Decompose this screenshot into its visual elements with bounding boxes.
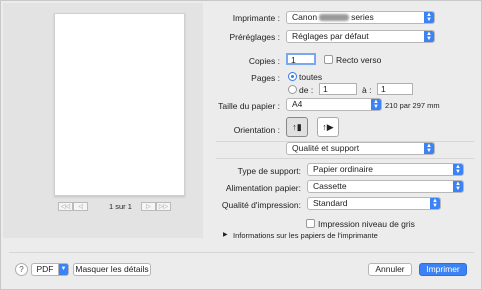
- preview-panel: ◁◁ ◁ 1 sur 1 ▷ ▷▷: [3, 3, 203, 238]
- print-dialog: ◁◁ ◁ 1 sur 1 ▷ ▷▷ Imprimante : Canon seri…: [0, 0, 482, 290]
- printer-model-redacted: [319, 14, 350, 22]
- printer-label: Imprimante :: [232, 13, 280, 23]
- pages-range-radio[interactable]: [288, 85, 297, 94]
- paper-source-select[interactable]: Cassette ▲ ▼: [307, 180, 464, 193]
- separator: [216, 158, 474, 159]
- pages-all-label: toutes: [299, 72, 323, 82]
- paper-source-value: Cassette: [313, 181, 347, 191]
- paper-dimensions: 210 par 297 mm: [385, 101, 440, 110]
- pager-left: ◁◁ ◁: [58, 202, 88, 211]
- grayscale-checkbox[interactable]: [306, 219, 315, 228]
- media-type-label: Type de support:: [237, 166, 301, 176]
- grayscale-label: Impression niveau de gris: [318, 219, 415, 229]
- page-preview: [54, 13, 185, 196]
- paper-source-label: Alimentation papier:: [225, 183, 301, 193]
- paper-size-select[interactable]: A4 ▲ ▼: [286, 98, 382, 111]
- pages-from-input[interactable]: 1: [319, 83, 357, 95]
- updown-arrows-icon: ▲ ▼: [424, 12, 434, 23]
- section-value: Qualité et support: [292, 143, 360, 153]
- copies-label: Copies :: [248, 56, 280, 66]
- printer-name-prefix: Canon: [292, 12, 318, 22]
- print-quality-label: Qualité d'impression:: [221, 200, 301, 210]
- updown-arrows-icon: ▲ ▼: [424, 31, 434, 42]
- copies-input[interactable]: 1: [286, 53, 316, 65]
- pages-from-label: de :: [299, 85, 314, 95]
- updown-arrows-icon: ▲ ▼: [453, 181, 463, 192]
- media-type-select[interactable]: Papier ordinaire ▲ ▼: [307, 163, 464, 176]
- section-select[interactable]: Qualité et support ▲ ▼: [286, 142, 435, 155]
- pages-all-radio[interactable]: [288, 72, 297, 81]
- updown-arrows-icon: ▲ ▼: [371, 99, 381, 110]
- presets-value: Réglages par défaut: [292, 31, 369, 41]
- pdf-menu-arrow-icon[interactable]: ▼: [58, 263, 69, 276]
- next-page-button[interactable]: ▷: [141, 202, 156, 211]
- paper-info-label[interactable]: Informations sur les papiers de l'imprim…: [233, 231, 378, 240]
- portrait-button[interactable]: ↑▮: [286, 117, 308, 137]
- presets-select[interactable]: Réglages par défaut ▲ ▼: [286, 30, 435, 43]
- printer-select[interactable]: Canon series ▲ ▼: [286, 11, 435, 24]
- help-button[interactable]: ?: [15, 263, 28, 276]
- pages-to-label: à :: [362, 85, 372, 95]
- footer-separator: [9, 252, 474, 253]
- landscape-button[interactable]: ↑▶: [317, 117, 339, 137]
- pager-right: ▷ ▷▷: [141, 202, 171, 211]
- updown-arrows-icon: ▲ ▼: [424, 143, 434, 154]
- hide-details-button[interactable]: Masquer les détails: [73, 263, 151, 276]
- pages-to-input[interactable]: 1: [377, 83, 413, 95]
- prev-page-button[interactable]: ◁: [73, 202, 88, 211]
- two-sided-label: Recto verso: [336, 55, 382, 65]
- page-count: 1 sur 1: [109, 202, 132, 211]
- pages-label: Pages :: [251, 73, 280, 83]
- first-page-button[interactable]: ◁◁: [58, 202, 73, 211]
- pdf-button[interactable]: PDF: [31, 263, 59, 276]
- paper-size-label: Taille du papier :: [218, 101, 280, 111]
- portrait-icon: ↑▮: [292, 122, 302, 132]
- last-page-button[interactable]: ▷▷: [156, 202, 171, 211]
- updown-arrows-icon: ▲ ▼: [430, 198, 440, 209]
- updown-arrows-icon: ▲ ▼: [453, 164, 463, 175]
- print-button[interactable]: Imprimer: [419, 263, 467, 276]
- print-quality-select[interactable]: Standard ▲ ▼: [307, 197, 441, 210]
- orientation-label: Orientation :: [233, 125, 280, 135]
- landscape-icon: ↑▶: [322, 122, 334, 132]
- printer-name-suffix: series: [351, 12, 374, 22]
- media-type-value: Papier ordinaire: [313, 164, 374, 174]
- cancel-button[interactable]: Annuler: [368, 263, 412, 276]
- presets-label: Préréglages :: [229, 32, 280, 42]
- two-sided-checkbox[interactable]: [324, 55, 333, 64]
- print-quality-value: Standard: [313, 198, 348, 208]
- paper-size-value: A4: [292, 99, 303, 109]
- disclosure-triangle-icon[interactable]: ▶: [223, 231, 228, 238]
